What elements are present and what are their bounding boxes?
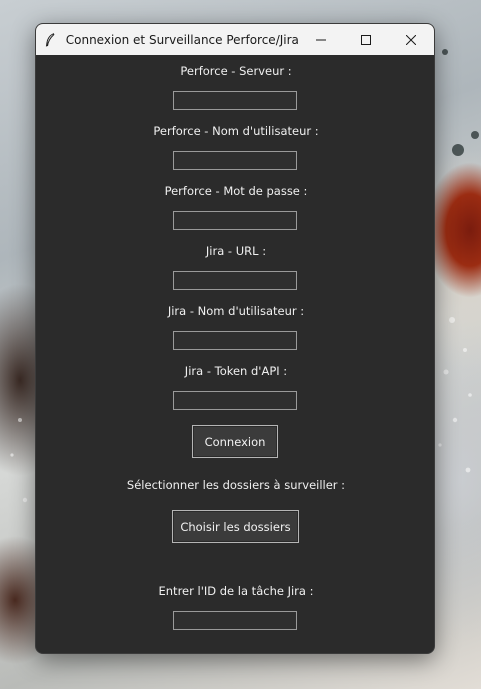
p4-server-input[interactable] [173, 91, 297, 110]
minimize-button[interactable] [299, 24, 344, 55]
jira-url-input[interactable] [173, 271, 297, 290]
task-id-input[interactable] [173, 611, 297, 630]
jira-token-label: Jira - Token d'API : [184, 364, 288, 378]
maximize-icon [361, 34, 372, 45]
p4-password-input[interactable] [173, 211, 297, 230]
p4-password-label: Perforce - Mot de passe : [164, 184, 308, 198]
choose-folders-button[interactable]: Choisir les dossiers [172, 510, 299, 543]
jira-user-label: Jira - Nom d'utilisateur : [167, 304, 305, 318]
title-bar[interactable]: Connexion et Surveillance Perforce/Jira [36, 24, 434, 55]
p4-server-label: Perforce - Serveur : [180, 64, 292, 78]
minimize-icon [316, 39, 327, 40]
form-area: Perforce - Serveur : Perforce - Nom d'ut… [36, 55, 434, 653]
connect-button[interactable]: Connexion [192, 425, 278, 458]
window-title: Connexion et Surveillance Perforce/Jira [65, 32, 299, 47]
maximize-button[interactable] [344, 24, 389, 55]
jira-url-label: Jira - URL : [205, 244, 267, 258]
close-icon [406, 34, 417, 45]
feather-icon [44, 32, 56, 47]
folders-label: Sélectionner les dossiers à surveiller : [126, 478, 346, 492]
close-button[interactable] [389, 24, 434, 55]
jira-token-input[interactable] [173, 391, 297, 410]
p4-user-label: Perforce - Nom d'utilisateur : [153, 124, 319, 138]
p4-user-input[interactable] [173, 151, 297, 170]
app-window: Connexion et Surveillance Perforce/Jira … [35, 23, 435, 654]
task-id-label: Entrer l'ID de la tâche Jira : [158, 584, 314, 598]
jira-user-input[interactable] [173, 331, 297, 350]
